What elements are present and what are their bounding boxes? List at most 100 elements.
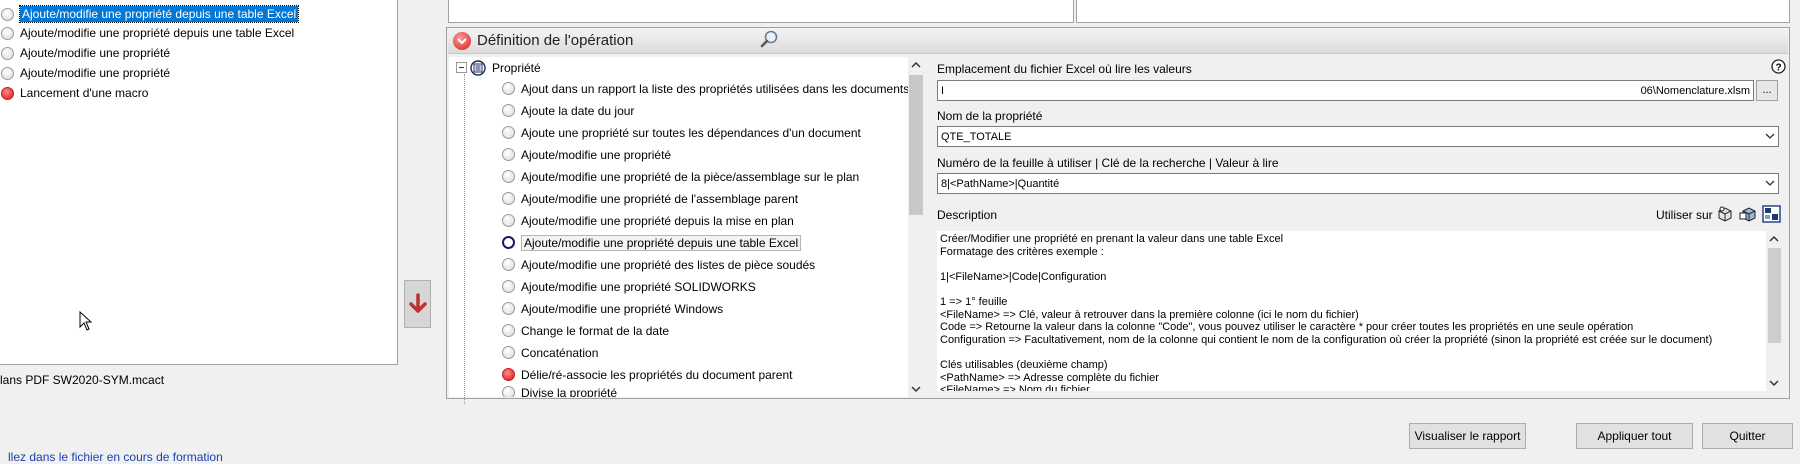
top-panel-right <box>1076 0 1790 23</box>
property-name-label: Nom de la propriété <box>937 109 1043 123</box>
list-item[interactable]: Ajoute/modifie une propriété <box>1 43 170 63</box>
search-icon[interactable] <box>759 29 779 52</box>
tree-scrollbar[interactable] <box>908 57 924 397</box>
scroll-down-icon[interactable] <box>911 385 921 393</box>
list-item-label: Ajoute/modifie une propriété <box>20 46 171 60</box>
excel-path-value-right: 06\Nomenclature.xlsm <box>1640 84 1750 97</box>
view-report-button[interactable]: Visualiser le rapport <box>1409 423 1526 449</box>
tree-guide-line <box>464 74 465 404</box>
definition-title: Définition de l'opération <box>477 32 634 49</box>
sheet-label: Numéro de la feuille à utiliser | Clé de… <box>937 156 1279 170</box>
tree-item-label: Ajoute/modifie une propriété depuis la m… <box>521 213 794 228</box>
quit-button[interactable]: Quitter <box>1702 423 1793 449</box>
operations-list[interactable]: Ajoute/modifie une propriété depuis une … <box>0 0 398 365</box>
description-scrollbar[interactable] <box>1766 231 1783 391</box>
tree-item[interactable]: Ajoute/modifie une propriété SOLIDWORKS <box>502 276 756 297</box>
status-dot-icon <box>502 214 515 227</box>
status-dot-icon <box>1 46 14 60</box>
description-text: Créer/Modifier une propriété en prenant … <box>937 231 1766 391</box>
tree-item[interactable]: Ajoute/modifie une propriété de la pièce… <box>502 166 859 187</box>
move-down-button[interactable] <box>404 280 431 328</box>
tree-root[interactable]: Propriété <box>456 57 541 78</box>
status-dot-icon <box>1 86 14 100</box>
status-dot-icon <box>502 258 515 271</box>
top-panel-left <box>448 0 1074 23</box>
tree-item[interactable]: Ajoute une propriété sur toutes les dépe… <box>502 122 861 143</box>
tree-root-label: Propriété <box>492 60 541 75</box>
collapse-icon[interactable] <box>453 31 471 50</box>
sheet-criteria-value: 8|<PathName>|Quantité <box>941 177 1060 190</box>
tree-item[interactable]: Ajoute/modifie une propriété depuis la m… <box>502 210 794 231</box>
list-item[interactable]: Ajoute/modifie une propriété depuis une … <box>1 4 300 24</box>
excel-path-value-left: I <box>941 84 945 97</box>
help-icon[interactable]: ? <box>1771 59 1786 74</box>
status-dot-icon <box>502 192 515 205</box>
status-dot-icon <box>502 346 515 359</box>
list-item-label: Ajoute/modifie une propriété depuis une … <box>20 26 295 40</box>
status-dot-icon <box>502 302 515 315</box>
list-item[interactable]: Lancement d'une macro <box>1 83 148 103</box>
tree-item-label: Ajoute une propriété sur toutes les dépe… <box>521 125 861 140</box>
bottom-link[interactable]: llez dans le fichier en cours de formati… <box>8 450 223 464</box>
scrollbar-thumb[interactable] <box>1768 248 1781 343</box>
tree-item-label: Délie/ré-associe les propriétés du docum… <box>521 367 793 382</box>
scrollbar-thumb[interactable] <box>909 75 923 215</box>
tree-item[interactable]: Divise la propriété <box>502 386 617 397</box>
excel-path-field[interactable]: I 06\Nomenclature.xlsm <box>937 80 1754 101</box>
status-dot-icon <box>1 66 14 80</box>
sheet-criteria-select[interactable]: 8|<PathName>|Quantité <box>937 173 1779 194</box>
status-dot-icon <box>502 82 515 95</box>
part-icon[interactable] <box>1716 205 1735 223</box>
tree-item-label: Ajoute/modifie une propriété Windows <box>521 301 724 316</box>
scroll-up-icon[interactable] <box>1769 235 1779 243</box>
tree-item-label: Ajoute/modifie une propriété <box>521 147 672 162</box>
scroll-up-icon[interactable] <box>911 61 921 69</box>
tree-item[interactable]: Ajoute/modifie une propriété <box>502 144 671 165</box>
excel-path-label: Emplacement du fichier Excel où lire les… <box>937 62 1192 76</box>
status-dot-icon <box>502 324 515 337</box>
status-dot-icon <box>502 148 515 161</box>
status-dot-icon <box>502 386 515 397</box>
tree-item[interactable]: Ajoute/modifie une propriété Windows <box>502 298 723 319</box>
tree-item[interactable]: Concaténation <box>502 342 598 363</box>
assembly-icon[interactable] <box>1739 205 1758 223</box>
status-dot-icon <box>502 280 515 293</box>
property-name-value: QTE_TOTALE <box>941 130 1012 143</box>
definition-header: Définition de l'opération <box>448 28 1788 54</box>
tree-item[interactable]: Change le format de la date <box>502 320 669 341</box>
tree-item-label: Ajoute/modifie une propriété des listes … <box>521 257 816 272</box>
tree-item-label: Ajout dans un rapport la liste des propr… <box>521 81 910 96</box>
status-dot-icon <box>502 104 515 117</box>
tree-item[interactable]: Ajoute/modifie une propriété depuis une … <box>502 232 802 253</box>
chevron-down-icon <box>1765 133 1775 139</box>
svg-text:?: ? <box>1775 63 1781 74</box>
status-dot-icon <box>502 126 515 139</box>
apply-all-button[interactable]: Appliquer tout <box>1576 423 1693 449</box>
tree-item[interactable]: Ajoute/modifie une propriété des listes … <box>502 254 815 275</box>
scroll-down-icon[interactable] <box>1769 379 1779 387</box>
list-item-label: Lancement d'une macro <box>20 86 149 100</box>
status-dot-icon <box>502 170 515 183</box>
tree-item[interactable]: Ajoute/modifie une propriété de l'assemb… <box>502 188 798 209</box>
use-on-label: Utiliser sur <box>1656 208 1713 222</box>
tree-item[interactable]: Délie/ré-associe les propriétés du docum… <box>502 364 792 385</box>
tree-item[interactable]: Ajoute la date du jour <box>502 100 634 121</box>
tree-item-label: Divise la propriété <box>521 386 618 397</box>
list-item-label: Ajoute/modifie une propriété depuis une … <box>18 5 300 23</box>
tree-item[interactable]: Ajout dans un rapport la liste des propr… <box>502 78 909 99</box>
drawing-icon[interactable] <box>1762 205 1781 223</box>
file-name-label: lans PDF SW2020-SYM.mcact <box>0 373 165 387</box>
list-item[interactable]: Ajoute/modifie une propriété <box>1 63 170 83</box>
browse-button[interactable]: ... <box>1756 80 1778 101</box>
description-label: Description <box>937 208 998 222</box>
arrow-down-icon <box>408 293 427 313</box>
collapse-tree-icon[interactable] <box>456 62 467 73</box>
tree-item-label: Ajoute la date du jour <box>521 103 635 118</box>
status-dot-icon <box>1 7 14 21</box>
list-item[interactable]: Ajoute/modifie une propriété depuis une … <box>1 23 294 43</box>
list-item-label: Ajoute/modifie une propriété <box>20 66 171 80</box>
status-dot-icon <box>1 26 14 40</box>
tree-item-label: Ajoute/modifie une propriété depuis une … <box>521 234 802 251</box>
property-name-select[interactable]: QTE_TOTALE <box>937 126 1779 147</box>
property-icon <box>470 59 486 76</box>
